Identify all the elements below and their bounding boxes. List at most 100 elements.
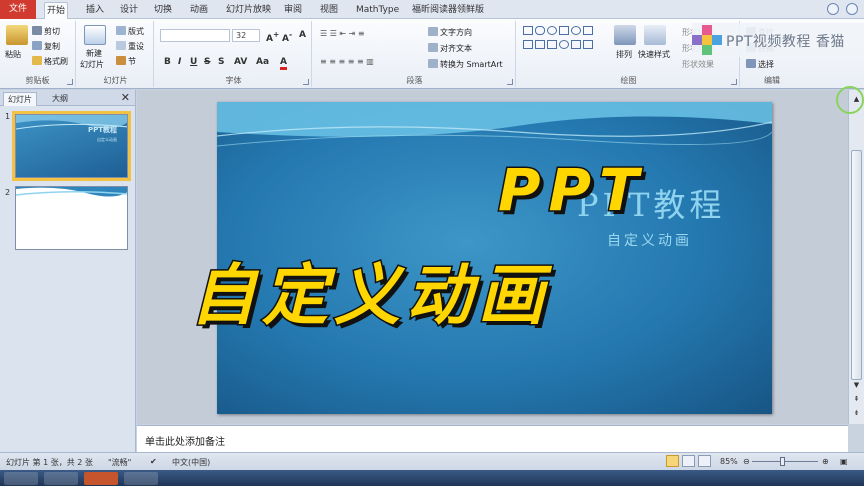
shape-icon[interactable]: [523, 40, 533, 49]
powerpoint-taskbar-icon[interactable]: [84, 472, 118, 485]
select-button[interactable]: 选择: [746, 59, 774, 70]
new-slide-button[interactable]: 新建: [86, 48, 102, 59]
slide-thumbnail-2[interactable]: [15, 186, 128, 250]
tab-review[interactable]: 审阅: [282, 2, 304, 19]
minimize-ribbon-icon[interactable]: [827, 3, 840, 15]
tab-home[interactable]: 开始: [44, 2, 69, 19]
scroll-down-icon[interactable]: ▼: [851, 380, 862, 390]
shape-icon[interactable]: [583, 40, 593, 49]
clipboard-launcher-icon[interactable]: [67, 79, 73, 85]
caption-overlay-line2: 自定义动画: [189, 256, 550, 336]
font-size-combo[interactable]: 32: [232, 29, 260, 42]
zoom-in-icon[interactable]: ⊕: [822, 457, 829, 466]
thumbnail-title: PPT教程: [87, 126, 117, 134]
font-launcher-icon[interactable]: [303, 79, 309, 85]
tab-insert[interactable]: 插入: [84, 2, 106, 19]
spellcheck-icon[interactable]: ✔: [150, 457, 157, 466]
reading-view-icon[interactable]: [698, 455, 711, 467]
paste-button[interactable]: 粘贴: [5, 49, 21, 60]
rounded-rect-icon[interactable]: [535, 26, 545, 35]
rectangle-shape-icon[interactable]: [523, 26, 533, 35]
shadow-icon[interactable]: S: [218, 57, 224, 67]
shrink-font-icon[interactable]: A-: [282, 30, 292, 44]
tab-file[interactable]: 文件: [0, 0, 36, 19]
tab-slideshow[interactable]: 幻灯片放映: [224, 2, 273, 19]
section-button[interactable]: 节: [116, 56, 136, 67]
fit-to-window-icon[interactable]: ▣: [840, 457, 848, 466]
arrange-button[interactable]: 排列: [616, 49, 632, 60]
zoom-out-icon[interactable]: ⊖: [743, 457, 750, 466]
shape-icon[interactable]: [535, 40, 545, 49]
new-slide-icon[interactable]: [84, 25, 106, 45]
oval-icon[interactable]: [547, 26, 557, 35]
align-text-icon: [428, 43, 438, 52]
normal-view-icon[interactable]: [666, 455, 679, 467]
align-text-button[interactable]: 对齐文本: [428, 43, 472, 54]
tab-mathtype[interactable]: MathType: [354, 2, 401, 19]
explorer-taskbar-icon[interactable]: [44, 472, 78, 485]
shape-effects-button[interactable]: 形状效果: [682, 59, 714, 70]
cut-button[interactable]: 剪切: [32, 26, 60, 37]
shape-icon[interactable]: [559, 40, 569, 49]
font-color-icon[interactable]: A: [280, 57, 287, 70]
font-name-combo[interactable]: [160, 29, 230, 42]
layout-button[interactable]: 版式: [116, 26, 144, 37]
shapes-gallery[interactable]: [522, 25, 606, 65]
align-icons[interactable]: ≡ ≡ ≡ ≡ ≡ ▥: [320, 57, 374, 66]
tab-view[interactable]: 视图: [318, 2, 340, 19]
notes-pane[interactable]: 单击此处添加备注: [137, 425, 848, 452]
rect-shape-icon[interactable]: [559, 26, 569, 35]
slide-subtitle[interactable]: 自定义动画: [607, 230, 692, 250]
zoom-slider-knob[interactable]: [780, 457, 785, 466]
ribbon: 粘贴 剪切 复制 格式刷 剪贴板 新建 幻灯片 版式 重设 节 幻灯片 32 A…: [0, 19, 864, 89]
paste-icon[interactable]: [6, 25, 28, 45]
next-slide-icon[interactable]: ⇟: [851, 408, 862, 418]
close-pane-icon[interactable]: ✕: [121, 91, 130, 104]
char-spacing-icon[interactable]: AV: [234, 57, 247, 67]
format-painter-button[interactable]: 格式刷: [32, 56, 68, 67]
clipboard-label: 剪贴板: [25, 76, 50, 85]
grow-font-icon[interactable]: A+: [266, 30, 279, 44]
notes-placeholder[interactable]: 单击此处添加备注: [145, 433, 225, 448]
quick-styles-icon[interactable]: [644, 25, 666, 45]
new-slide-dropdown[interactable]: 幻灯片: [80, 59, 104, 70]
font-label: 字体: [225, 76, 242, 85]
shape-icon[interactable]: [571, 40, 581, 49]
os-taskbar: [0, 470, 864, 486]
bold-icon[interactable]: B: [164, 57, 171, 67]
italic-icon[interactable]: I: [178, 57, 181, 67]
language-indicator[interactable]: 中文(中国): [172, 457, 210, 468]
previous-slide-icon[interactable]: ⇞: [851, 394, 862, 404]
scroll-thumb[interactable]: [851, 150, 862, 380]
slide-thumbnail-1[interactable]: PPT教程 自定义动画: [12, 111, 131, 181]
browser-taskbar-icon[interactable]: [124, 472, 158, 485]
paragraph-launcher-icon[interactable]: [507, 79, 513, 85]
text-direction-button[interactable]: 文字方向: [428, 27, 472, 38]
tab-animations[interactable]: 动画: [188, 2, 210, 19]
zoom-slider[interactable]: [752, 461, 818, 462]
clear-format-icon[interactable]: A: [299, 30, 306, 40]
shape-icon[interactable]: [547, 40, 557, 49]
square-shape-icon[interactable]: [583, 26, 593, 35]
vertical-scrollbar[interactable]: ▲ ▼ ⇞ ⇟: [848, 90, 864, 424]
start-button-icon[interactable]: [4, 472, 38, 485]
change-case-icon[interactable]: Aa: [256, 57, 269, 67]
smartart-button[interactable]: 转换为 SmartArt: [428, 59, 503, 70]
bullets-icon[interactable]: ☰ ☰ ⇤ ⇥ ≡: [320, 29, 365, 38]
tab-foxit[interactable]: 福昕阅读器领鲜版: [410, 2, 486, 19]
tab-slides[interactable]: 幻灯片: [3, 92, 37, 106]
slide-sorter-icon[interactable]: [682, 455, 695, 467]
quick-styles-button[interactable]: 快速样式: [638, 49, 670, 60]
help-icon[interactable]: [846, 3, 858, 15]
zoom-level[interactable]: 85%: [720, 457, 738, 466]
copy-button[interactable]: 复制: [32, 41, 60, 52]
arrange-icon[interactable]: [614, 25, 636, 45]
tab-transitions[interactable]: 切换: [152, 2, 174, 19]
drawing-launcher-icon[interactable]: [731, 79, 737, 85]
reset-button[interactable]: 重设: [116, 41, 144, 52]
circle-shape-icon[interactable]: [571, 26, 581, 35]
strikethrough-icon[interactable]: S: [204, 57, 210, 67]
tab-design[interactable]: 设计: [118, 2, 140, 19]
tab-outline[interactable]: 大纲: [48, 92, 72, 106]
underline-icon[interactable]: U: [190, 57, 197, 67]
